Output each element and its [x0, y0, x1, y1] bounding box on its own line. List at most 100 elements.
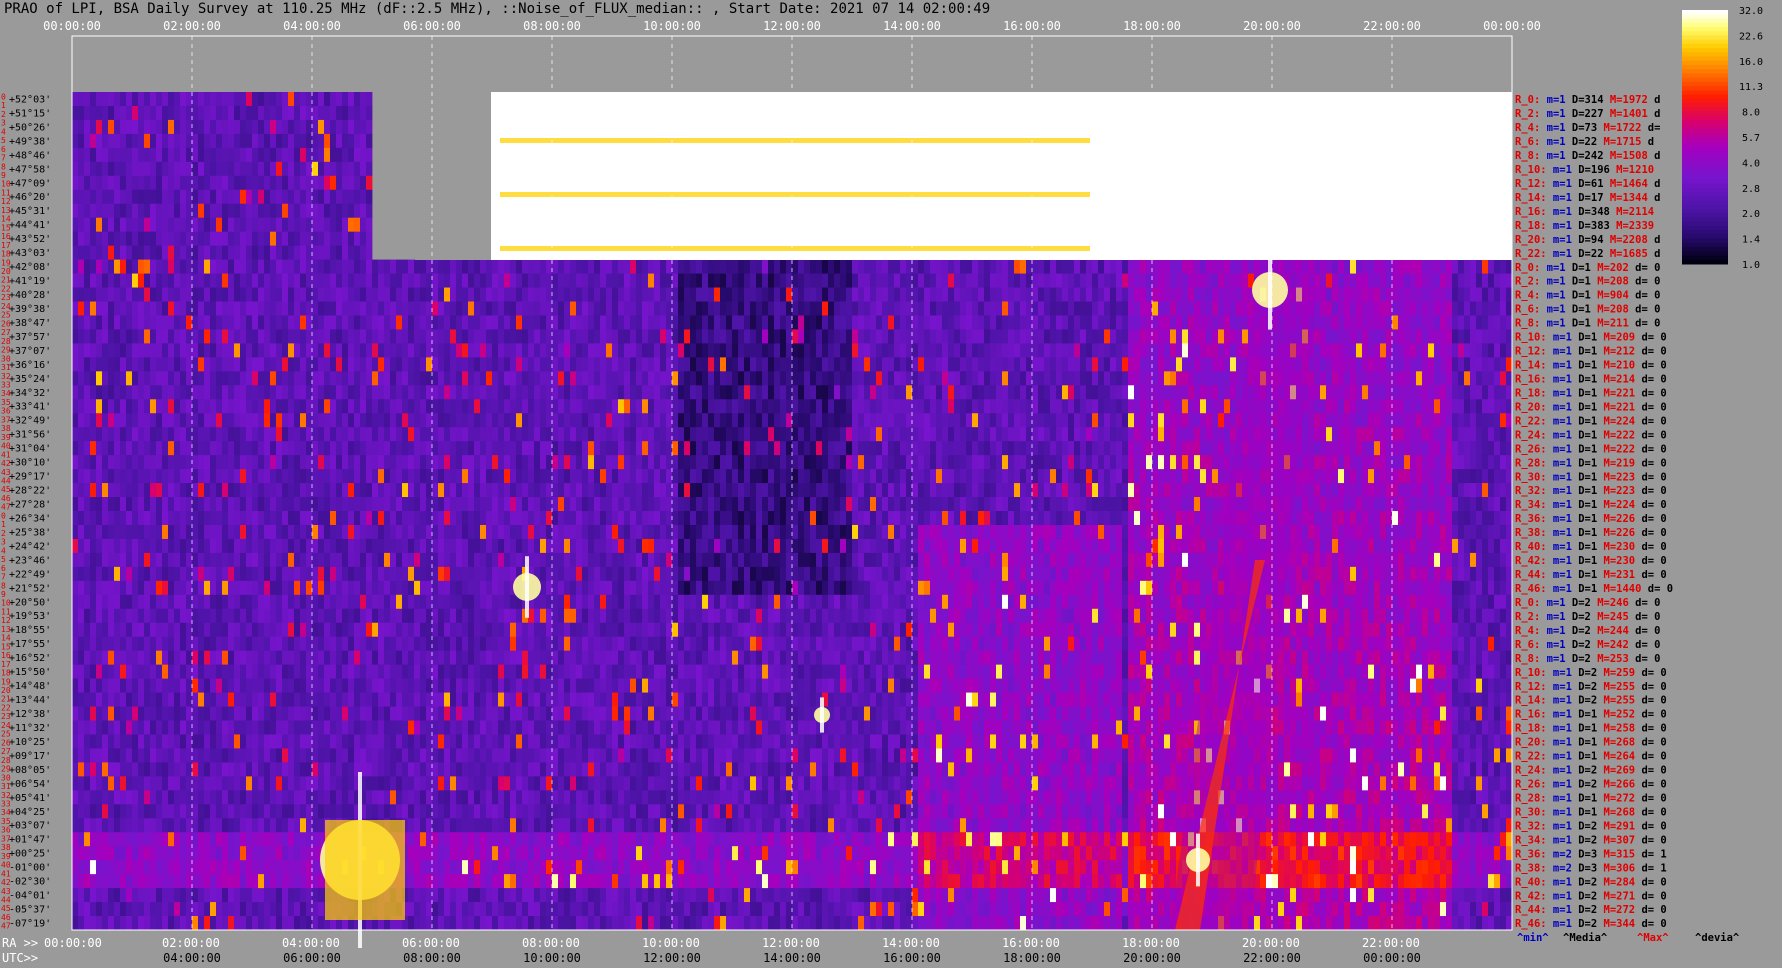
heatmap-cell: [540, 273, 547, 288]
heatmap-cell: [666, 483, 673, 498]
heatmap-cell: [732, 371, 739, 386]
heatmap-cell: [1374, 497, 1381, 512]
heatmap-cell: [804, 455, 811, 470]
heatmap-cell: [324, 469, 331, 484]
heatmap-cell: [1092, 343, 1099, 358]
heatmap-cell: [468, 357, 475, 372]
heatmap-cell: [1326, 455, 1333, 470]
heatmap-cell: [276, 245, 283, 260]
heatmap-cell: [1440, 427, 1447, 442]
heatmap-cell: [822, 301, 829, 316]
heatmap-cell: [780, 399, 787, 414]
heatmap-cell: [234, 259, 241, 274]
heatmap-cell: [630, 371, 637, 386]
heatmap-cell: [678, 497, 685, 512]
heatmap-cell: [144, 92, 151, 107]
heatmap-cell: [816, 441, 823, 456]
heatmap-cell: [360, 469, 367, 484]
heatmap-cell: [162, 217, 169, 233]
heatmap-cell: [1356, 497, 1363, 512]
heatmap-cell: [240, 189, 247, 205]
heatmap-cell: [336, 301, 343, 316]
heatmap-cell: [186, 189, 193, 205]
heatmap-cell: [378, 371, 385, 386]
heatmap-cell: [150, 427, 157, 442]
heatmap-cell: [288, 399, 295, 414]
heatmap-cell: [432, 301, 439, 316]
heatmap-cell: [534, 469, 541, 484]
heatmap-cell: [960, 399, 967, 414]
heatmap-cell: [654, 483, 661, 498]
heatmap-cell: [480, 343, 487, 358]
heatmap-cell: [192, 497, 199, 512]
heatmap-cell: [1422, 315, 1429, 330]
heatmap-cell: [636, 287, 643, 302]
heatmap-cell: [504, 497, 511, 512]
heatmap-cell: [1356, 427, 1363, 442]
heatmap-cell: [576, 469, 583, 484]
heatmap-cell: [510, 329, 517, 344]
heatmap-cell: [678, 315, 685, 330]
heatmap-cell: [1470, 441, 1477, 456]
heatmap-cell: [438, 413, 445, 428]
heatmap-cell: [270, 273, 277, 288]
heatmap-cell: [312, 469, 319, 484]
heatmap-cell: [1506, 399, 1513, 414]
heatmap-cell: [1038, 273, 1045, 288]
heatmap-cell: [1326, 357, 1333, 372]
heatmap-cell: [342, 92, 349, 107]
heatmap-cell: [1392, 357, 1399, 372]
heatmap-cell: [108, 231, 115, 247]
heatmap-cell: [300, 497, 307, 512]
heatmap-cell: [1038, 385, 1045, 400]
heatmap-cell: [1434, 343, 1441, 358]
heatmap-cell: [186, 217, 193, 233]
heatmap-cell: [234, 245, 241, 260]
heatmap-cell: [1182, 329, 1189, 344]
heatmap-cell: [900, 483, 907, 498]
heatmap-cell: [534, 357, 541, 372]
heatmap-cell: [672, 385, 679, 400]
heatmap-cell: [312, 371, 319, 386]
heatmap-cell: [378, 511, 385, 526]
heatmap-cell: [738, 329, 745, 344]
heatmap-cell: [600, 371, 607, 386]
heatmap-cell: [882, 301, 889, 316]
heatmap-cell: [528, 287, 535, 302]
heatmap-cell: [1338, 427, 1345, 442]
heatmap-cell: [1104, 399, 1111, 414]
heatmap-cell: [1494, 357, 1501, 372]
heatmap-cell: [258, 511, 265, 526]
heatmap-cell: [204, 413, 211, 428]
heatmap-cell: [1452, 483, 1459, 498]
heatmap-cell: [1458, 497, 1465, 512]
heatmap-cell: [864, 497, 871, 512]
heatmap-cell: [924, 427, 931, 442]
heatmap-cell: [132, 92, 139, 107]
heatmap-cell: [150, 343, 157, 358]
heatmap-cell: [1332, 343, 1339, 358]
heatmap-cell: [324, 301, 331, 316]
heatmap-cell: [144, 455, 151, 470]
heatmap-cell: [558, 259, 565, 274]
heatmap-cell: [1074, 343, 1081, 358]
heatmap-cell: [756, 469, 763, 484]
heatmap-cell: [360, 497, 367, 512]
heatmap-cell: [870, 455, 877, 470]
heatmap-cell: [258, 217, 265, 233]
heatmap-cell: [1386, 413, 1393, 428]
heatmap-cell: [420, 315, 427, 330]
heatmap-cell: [486, 287, 493, 302]
heatmap-cell: [1110, 399, 1117, 414]
heatmap-cell: [384, 301, 391, 316]
heatmap-cell: [384, 315, 391, 330]
heatmap-cell: [186, 287, 193, 302]
heatmap-cell: [1062, 343, 1069, 358]
heatmap-cell: [222, 231, 229, 247]
heatmap-cell: [1170, 357, 1177, 372]
heatmap-cell: [150, 483, 157, 498]
heatmap-cell: [1092, 315, 1099, 330]
heatmap-cell: [300, 511, 307, 526]
heatmap-cell: [792, 315, 799, 330]
heatmap-cell: [282, 273, 289, 288]
